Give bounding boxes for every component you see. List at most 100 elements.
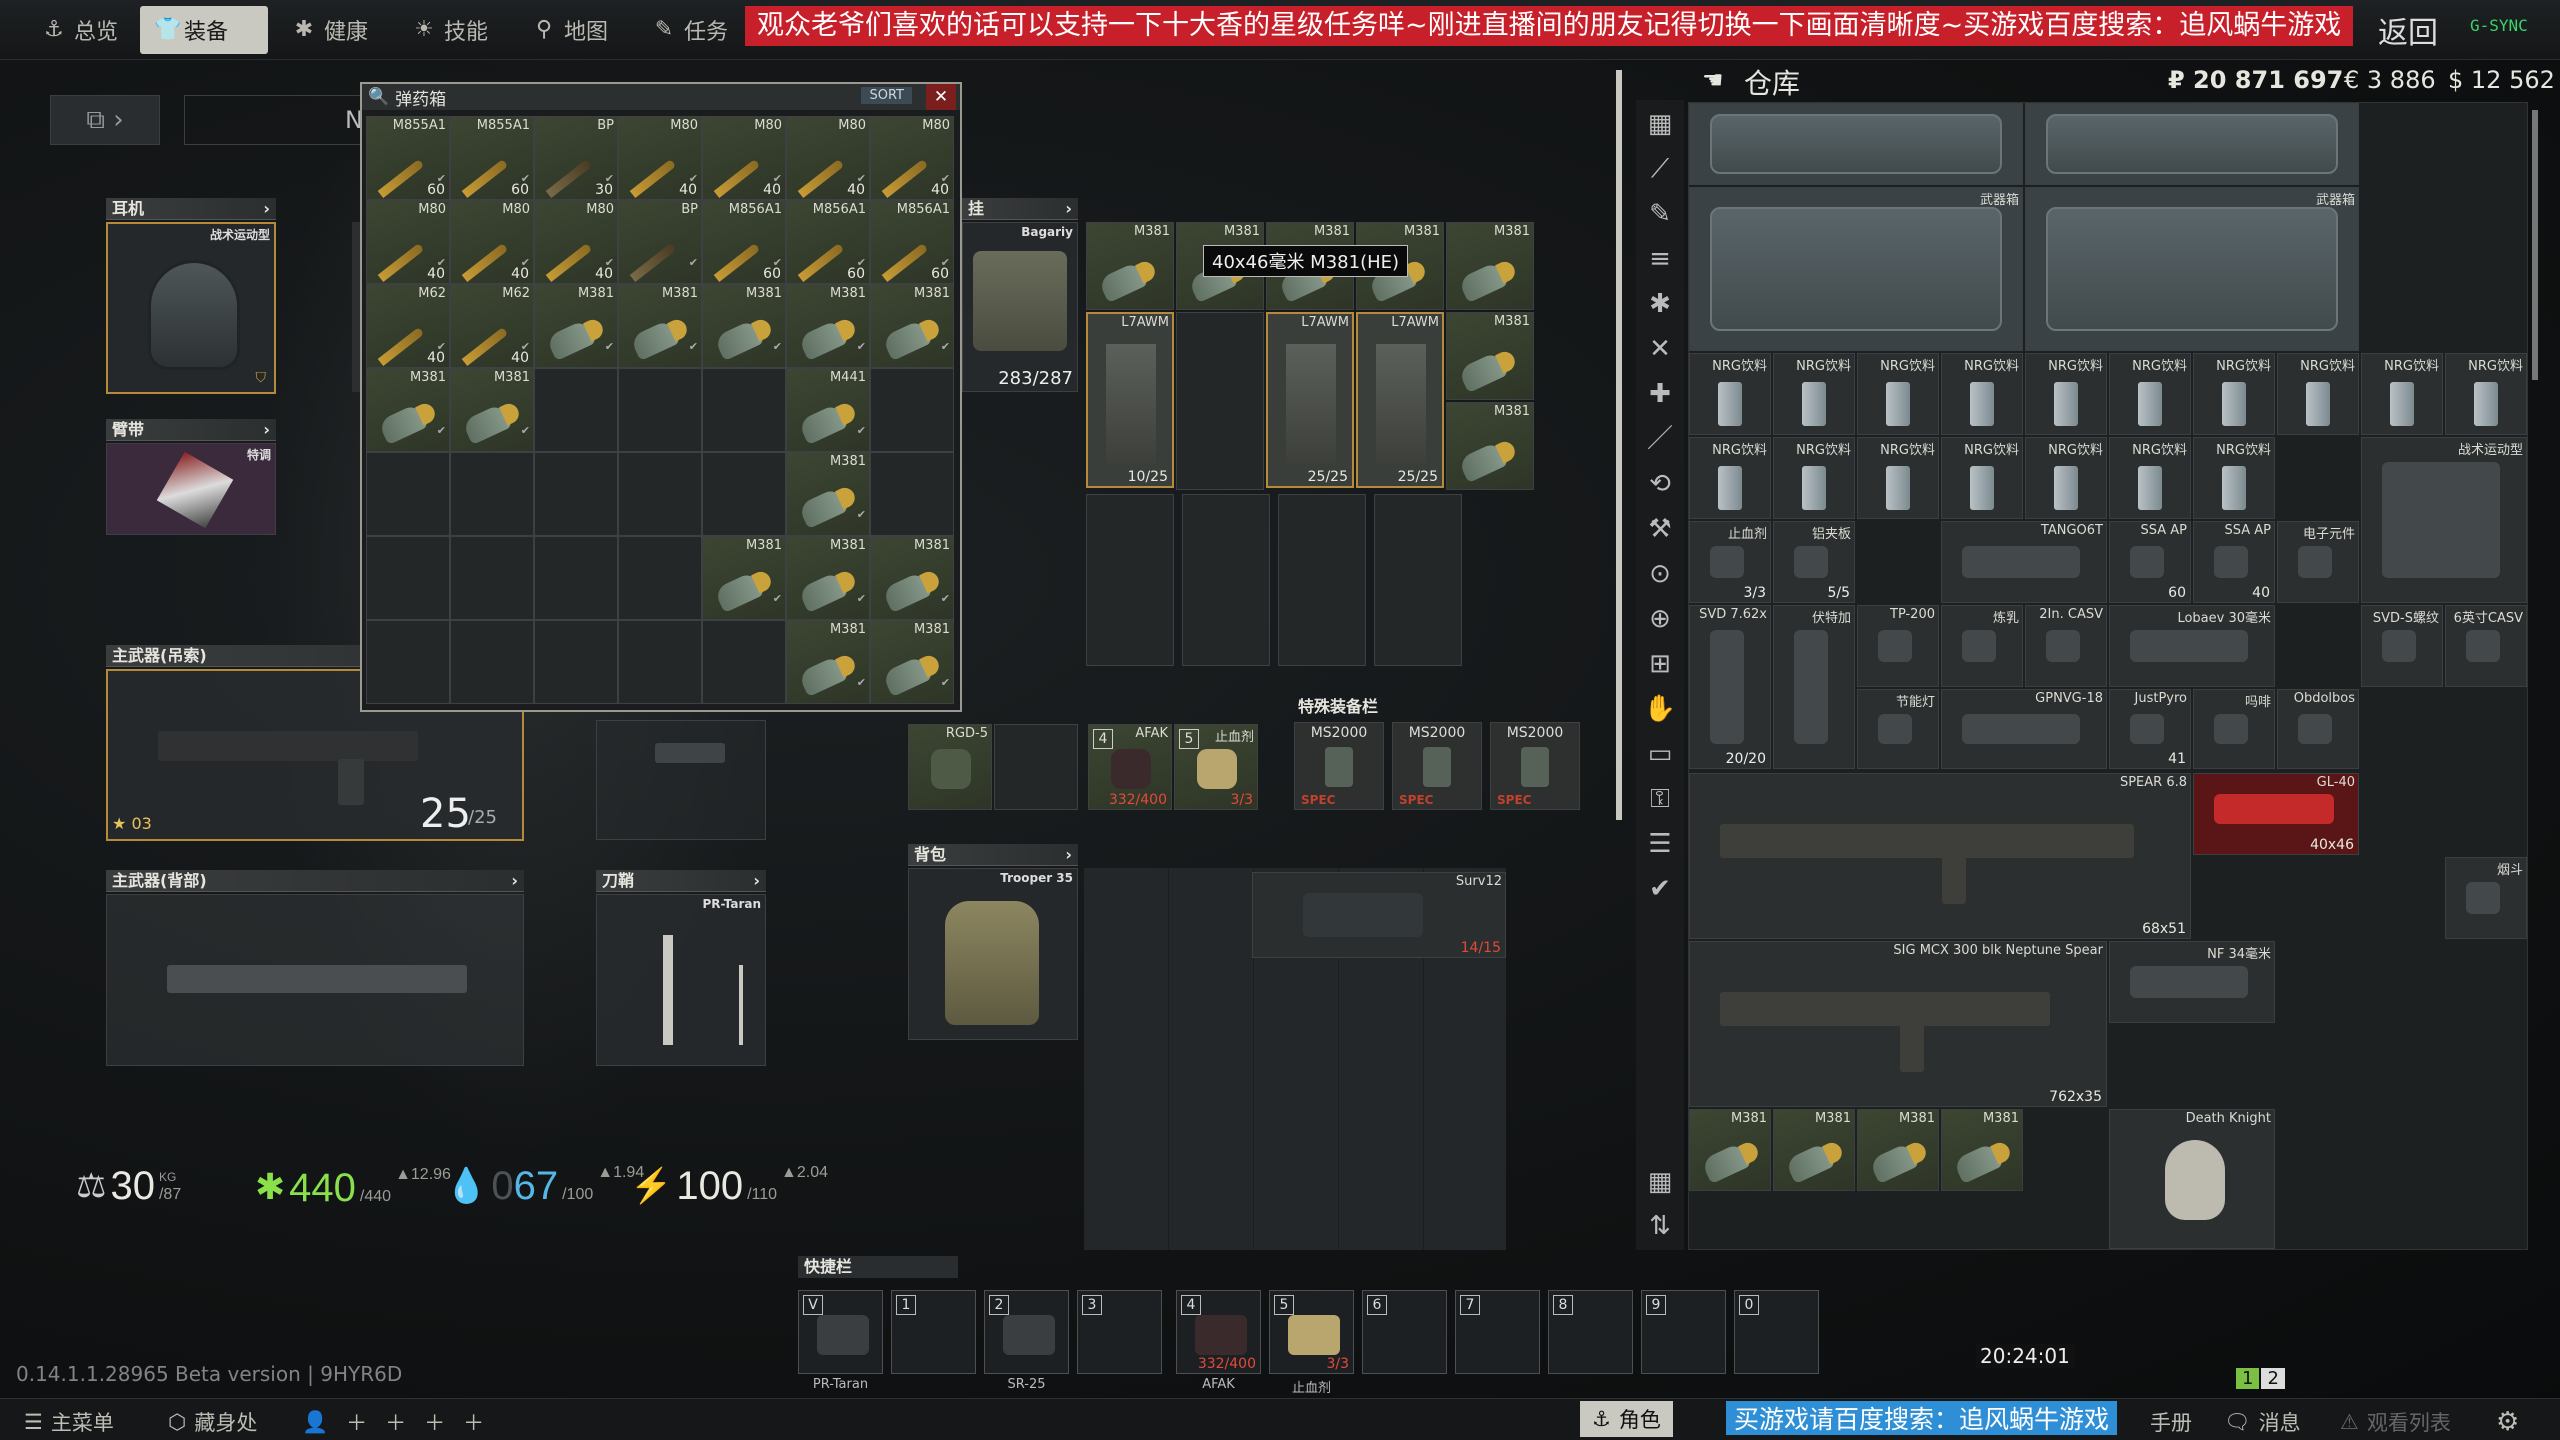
grid-icon[interactable]: ▦	[1640, 104, 1680, 144]
glove-icon[interactable]: ✋	[1640, 689, 1680, 729]
hotbar-slot[interactable]: 9	[1641, 1290, 1726, 1374]
nrg-drink[interactable]: NRG饮料	[2109, 353, 2191, 435]
close-button[interactable]: ✕	[926, 84, 956, 110]
ammo-item[interactable]: M80 ✔ 40	[870, 116, 954, 200]
stash-item[interactable]: Death Knight	[2109, 1109, 2275, 1249]
nrg-drink[interactable]: NRG饮料	[1857, 437, 1939, 519]
medical-icon[interactable]: ✚	[1640, 374, 1680, 414]
ammo-item[interactable]: M62 ✔ 40	[366, 284, 450, 368]
hotbar-slot[interactable]: 4 332/400	[1176, 1290, 1261, 1374]
pocket-slot[interactable]: 止血剂 5 3/3	[1174, 724, 1258, 810]
tab-health[interactable]: ✱ 健康	[280, 6, 390, 54]
nrg-drink[interactable]: NRG饮料	[2361, 353, 2443, 435]
hotbar-slot[interactable]: 6	[1362, 1290, 1447, 1374]
nrg-drink[interactable]: NRG饮料	[1773, 353, 1855, 435]
tab-overview[interactable]: ⚓ 总览	[30, 6, 140, 54]
ammo-item[interactable]: BP ✔ 30	[534, 116, 618, 200]
grenade-item[interactable]: M381	[1446, 222, 1534, 310]
nrg-drink[interactable]: NRG饮料	[1941, 437, 2023, 519]
scope-icon[interactable]: ⊙	[1640, 554, 1680, 594]
ammo-item[interactable]: M381 ✔	[786, 620, 870, 704]
sort-button[interactable]: SORT	[861, 87, 912, 104]
user-icon[interactable]: 👤	[302, 1410, 328, 1435]
ammo-item[interactable]: M856A1 ✔ 60	[786, 200, 870, 284]
ammo-item[interactable]: M381 ✔	[366, 368, 450, 452]
weapon-case[interactable]	[2025, 103, 2359, 185]
special-slot[interactable]: MS2000 SPEC	[1392, 722, 1482, 810]
stash-item[interactable]: SVD 7.62x 20/20	[1689, 605, 1771, 769]
nrg-drink[interactable]: NRG饮料	[2109, 437, 2191, 519]
tab-gear[interactable]: 👕 装备	[140, 6, 268, 54]
ammo-item[interactable]: M381 ✔	[618, 284, 702, 368]
name-field[interactable]: N	[184, 95, 364, 145]
special-slot[interactable]: MS2000 SPEC	[1490, 722, 1580, 810]
hotbar-slot[interactable]: 7	[1455, 1290, 1540, 1374]
sync-icon[interactable]: ⟲	[1640, 464, 1680, 504]
watchlist-button[interactable]: ⚠ 观看列表	[2340, 1407, 2451, 1437]
nrg-drink[interactable]: NRG饮料	[1773, 437, 1855, 519]
ammo-item[interactable]: M80 ✔ 40	[702, 116, 786, 200]
add-icon[interactable]: ＋	[424, 1407, 445, 1437]
stash-item[interactable]: NF 34毫米	[2109, 941, 2275, 1023]
nrg-drink[interactable]: NRG饮料	[2193, 437, 2275, 519]
pocket-slot[interactable]: RGD-5	[908, 724, 992, 810]
ammo-item[interactable]: M855A1 ✔ 60	[450, 116, 534, 200]
knife-icon[interactable]: ⟋	[1640, 149, 1680, 189]
stash-item[interactable]: SIG MCX 300 blk Neptune Spear 762x35	[1689, 941, 2107, 1107]
page-2[interactable]: 2	[2261, 1368, 2285, 1389]
stash-item[interactable]: SPEAR 6.8 68x51	[1689, 773, 2191, 939]
nrg-drink[interactable]: NRG饮料	[2025, 353, 2107, 435]
scabbard-slot[interactable]: PR-Taran	[596, 894, 766, 1066]
nrg-drink[interactable]: NRG饮料	[1857, 353, 1939, 435]
sort-icon[interactable]: ⇅	[1640, 1206, 1680, 1246]
add-icon[interactable]: ＋	[463, 1407, 484, 1437]
ammo-item[interactable]: M381 ✔	[870, 536, 954, 620]
ammo-item[interactable]: M80 ✔ 40	[534, 200, 618, 284]
primary-back-slot[interactable]	[106, 894, 524, 1066]
manual-button[interactable]: 手册	[2150, 1407, 2192, 1437]
hotbar-slot[interactable]: 2	[984, 1290, 1069, 1374]
ammo-item[interactable]: M381 ✔	[870, 284, 954, 368]
weapon-icon[interactable]: ⚒	[1640, 509, 1680, 549]
stash-item[interactable]: SSA AP 40	[2193, 521, 2275, 603]
ammo-item[interactable]: M856A1 ✔ 60	[870, 200, 954, 284]
ammo-item[interactable]: M441 ✔	[786, 368, 870, 452]
hotbar-slot[interactable]: V	[798, 1290, 883, 1374]
tab-tasks[interactable]: ✎ 任务	[640, 6, 750, 54]
stash-item[interactable]: 电子元件	[2277, 521, 2359, 603]
stash-item[interactable]: M381	[1689, 1109, 1771, 1191]
ammo-box-window[interactable]: 🔍 弹药箱 SORT ✕ M855A1 ✔ 60 M855A1 ✔ 60 BP ✔ 30 M80 ✔…	[360, 82, 962, 712]
character-button[interactable]: ⚓ 角色	[1580, 1401, 1673, 1437]
ammo-item[interactable]: M855A1 ✔ 60	[366, 116, 450, 200]
card-icon[interactable]: ▭	[1640, 734, 1680, 774]
case-icon[interactable]: ⊞	[1640, 644, 1680, 684]
stash-item[interactable]: GPNVG-18	[1941, 689, 2107, 769]
tab-skills[interactable]: ☀ 技能	[400, 6, 510, 54]
stash-item[interactable]: GL-40 40x46	[2193, 773, 2359, 855]
pocket-slot[interactable]	[994, 724, 1078, 810]
ammo-item[interactable]: M381 ✔	[702, 536, 786, 620]
ammo-item[interactable]: M381 ✔	[702, 284, 786, 368]
barrel-icon[interactable]: ／	[1640, 419, 1680, 459]
stash-item[interactable]: 炼乳	[1941, 605, 2023, 687]
tools-icon[interactable]: ✕	[1640, 329, 1680, 369]
main-menu-button[interactable]: ☰ 主菜单	[24, 1407, 114, 1437]
ammo-item[interactable]: M381 ✔	[786, 284, 870, 368]
add-icon[interactable]: ＋	[346, 1407, 367, 1437]
ammo-item[interactable]: M381 ✔	[450, 368, 534, 452]
holster-slot[interactable]	[596, 720, 766, 840]
stash-item[interactable]: 2In. CASV	[2025, 605, 2107, 687]
pocket-slot[interactable]: AFAK 4 332/400	[1088, 724, 1172, 810]
hideout-button[interactable]: ⬡ 藏身处	[168, 1407, 257, 1437]
ammo-item[interactable]: M381 ✔	[870, 620, 954, 704]
preset-button[interactable]: ⧉ ›	[50, 95, 160, 145]
ammo-box-titlebar[interactable]: 🔍 弹药箱 SORT ✕	[362, 84, 960, 110]
hotbar-slot[interactable]: 8	[1548, 1290, 1633, 1374]
nrg-drink[interactable]: NRG饮料	[2445, 353, 2527, 435]
backpack-item-surv12[interactable]: Surv12 14/15	[1252, 872, 1506, 958]
stash-item[interactable]: SSA AP 60	[2109, 521, 2191, 603]
stash-item[interactable]: 铝夹板 5/5	[1773, 521, 1855, 603]
weapon-case[interactable]: 武器箱	[1689, 187, 2023, 351]
rig-slot[interactable]: Bagariy 283/287	[962, 222, 1078, 392]
ammo-item[interactable]: M80 ✔ 40	[786, 116, 870, 200]
